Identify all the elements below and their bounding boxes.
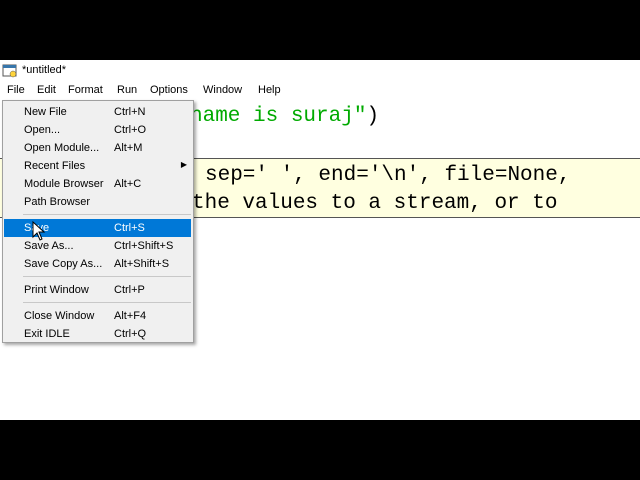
menu-item-accel: Ctrl+N: [114, 106, 146, 118]
title-bar[interactable]: *untitled*: [0, 60, 640, 82]
menu-item-label: Recent Files: [24, 160, 86, 172]
menu-item-label: Save Copy As...: [24, 258, 103, 270]
menu-item-module-browser[interactable]: Module Browser Alt+C: [4, 175, 191, 193]
string-literal: name is suraj"): [190, 105, 380, 128]
menu-separator: [23, 276, 191, 277]
menu-item-label: Open...: [24, 124, 61, 136]
menu-item-path-browser[interactable]: Path Browser: [4, 193, 191, 211]
menu-separator: [23, 302, 191, 303]
menu-item-label: Path Browser: [24, 196, 91, 208]
menu-item-accel: Ctrl+P: [114, 284, 145, 296]
mouse-cursor-icon: [32, 221, 46, 241]
menu-item-label: Print Window: [24, 284, 89, 296]
menu-item-accel: Alt+Shift+S: [114, 258, 170, 270]
calltip-line-1: sep=' ', end='\n', file=None,: [205, 164, 571, 187]
menu-format[interactable]: Format: [66, 84, 105, 96]
menu-item-new-file[interactable]: New File Ctrl+N: [4, 103, 191, 121]
code-line-1: name is suraj"): [190, 105, 379, 128]
menu-item-label: Save As...: [24, 240, 74, 252]
menu-window[interactable]: Window: [201, 84, 244, 96]
window-title: *untitled*: [22, 64, 67, 76]
menu-item-accel: Alt+F4: [114, 310, 147, 322]
menu-item-recent-files[interactable]: Recent Files ▶: [4, 157, 191, 175]
menu-run[interactable]: Run: [115, 84, 139, 96]
menu-help[interactable]: Help: [256, 84, 283, 96]
menu-item-accel: Ctrl+Shift+S: [114, 240, 174, 252]
menu-item-accel: Ctrl+S: [114, 222, 145, 234]
menu-item-exit-idle[interactable]: Exit IDLE Ctrl+Q: [4, 325, 191, 343]
menu-separator: [23, 214, 191, 215]
menu-item-label: Module Browser: [24, 178, 104, 190]
menu-item-label: Close Window: [24, 310, 95, 322]
menu-item-accel: Ctrl+O: [114, 124, 147, 136]
submenu-arrow-icon: ▶: [180, 160, 187, 169]
menu-item-label: Exit IDLE: [24, 328, 70, 340]
menu-options[interactable]: Options: [148, 84, 190, 96]
menu-item-label: Open Module...: [24, 142, 100, 154]
file-menu-dropdown: New File Ctrl+N Open... Ctrl+O Open Modu…: [2, 100, 194, 343]
menu-item-open-module[interactable]: Open Module... Alt+M: [4, 139, 191, 157]
menu-item-accel: Alt+M: [114, 142, 143, 154]
python-idle-icon: [2, 64, 17, 78]
calltip-line-2: the values to a stream, or to: [192, 192, 558, 215]
menu-edit[interactable]: Edit: [35, 84, 58, 96]
menu-item-accel: Alt+C: [114, 178, 142, 190]
menu-item-label: New File: [24, 106, 67, 118]
menu-item-print-window[interactable]: Print Window Ctrl+P: [4, 281, 191, 299]
menu-item-accel: Ctrl+Q: [114, 328, 147, 340]
menu-item-save-copy-as[interactable]: Save Copy As... Alt+Shift+S: [4, 255, 191, 273]
menu-file[interactable]: File: [5, 84, 27, 96]
menu-item-close-window[interactable]: Close Window Alt+F4: [4, 307, 191, 325]
menu-bar: File Edit Format Run Options Window Help: [0, 82, 640, 100]
menu-item-open[interactable]: Open... Ctrl+O: [4, 121, 191, 139]
